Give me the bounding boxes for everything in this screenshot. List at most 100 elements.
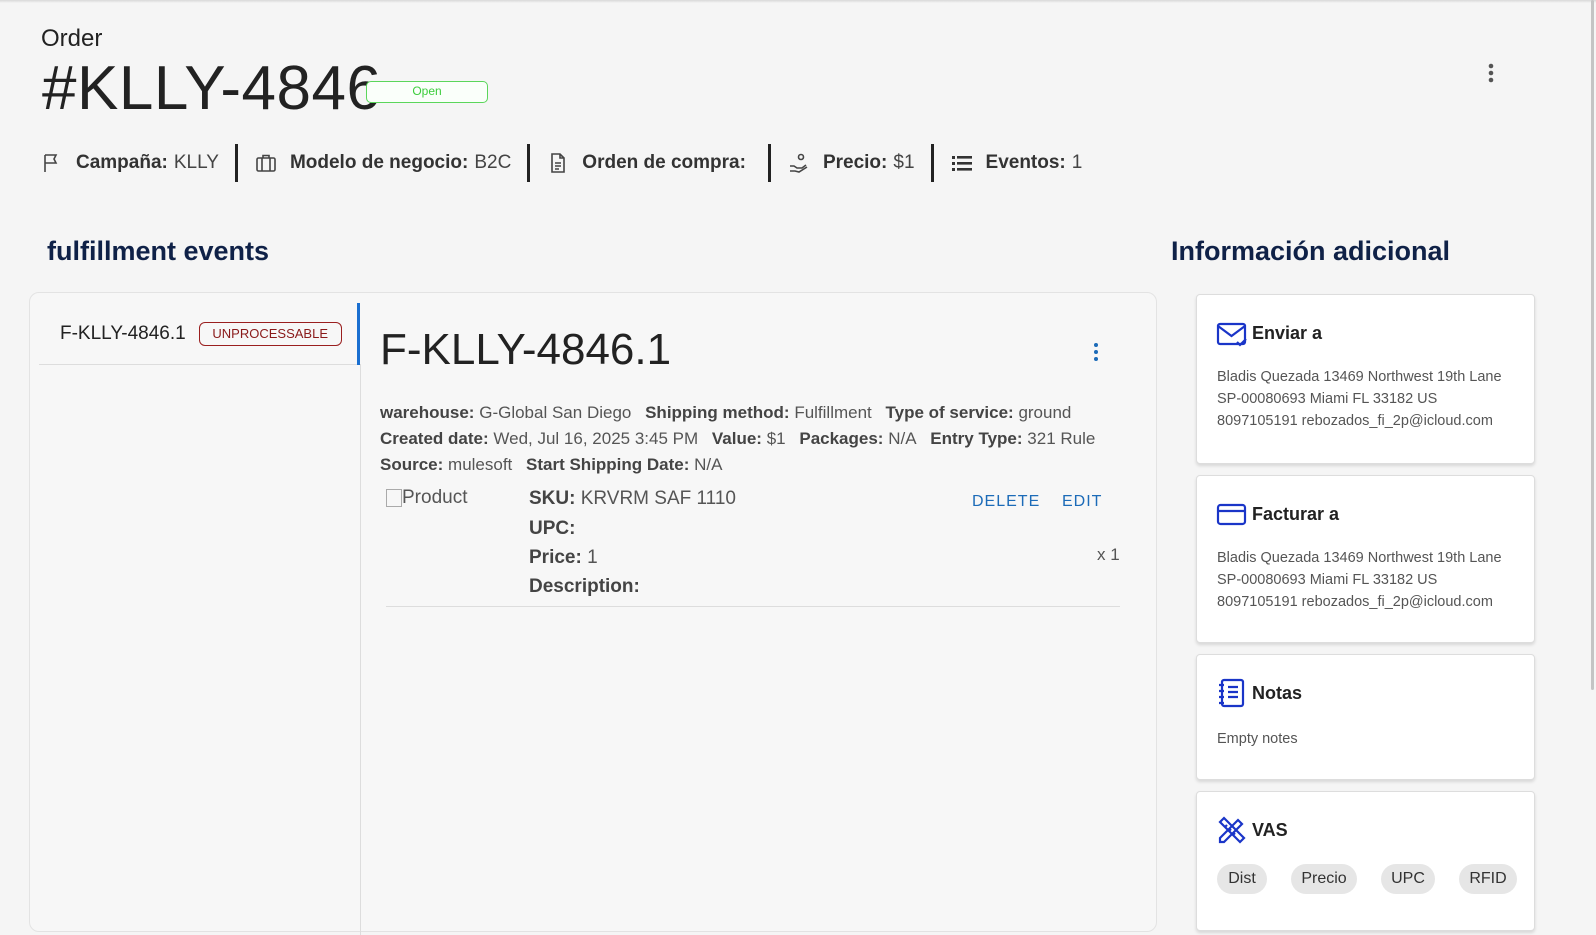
vas-chip-rfid[interactable]: RFID bbox=[1459, 864, 1517, 894]
active-tab-indicator bbox=[357, 303, 360, 365]
notes-header: Notas bbox=[1216, 677, 1302, 709]
service-type-value: ground bbox=[1018, 403, 1072, 422]
bill-to-line-3: 8097105191 rebozados_fi_2p@icloud.com bbox=[1217, 594, 1493, 610]
bill-to-line-2: SP-00080693 Miami FL 33182 US bbox=[1217, 572, 1438, 588]
product-upc: UPC: bbox=[529, 518, 575, 540]
created-date-label: Created date: bbox=[380, 429, 489, 448]
description-label: Description: bbox=[529, 576, 640, 597]
edit-button[interactable]: EDIT bbox=[1062, 493, 1102, 511]
bill-to-line-1: Bladis Quezada 13469 Northwest 19th Lane bbox=[1217, 550, 1502, 566]
warehouse-label: warehouse: bbox=[380, 403, 475, 422]
business-model-value: B2C bbox=[474, 152, 512, 173]
events-label: Eventos: bbox=[985, 152, 1066, 173]
detail-line-2: Created date: Wed, Jul 16, 2025 3:45 PM … bbox=[380, 429, 1104, 449]
meta-divider bbox=[527, 144, 531, 182]
campaign-value: KLLY bbox=[173, 152, 219, 173]
unprocessable-badge: UNPROCESSABLE bbox=[198, 321, 342, 346]
meta-purchase-order: Orden de compra: bbox=[546, 151, 752, 175]
product-image-alt: Product bbox=[402, 487, 468, 508]
shipping-method-label: Shipping method: bbox=[645, 403, 790, 422]
status-badge: Open bbox=[366, 81, 488, 103]
scrollbar[interactable] bbox=[1591, 0, 1594, 690]
bill-to-card: Facturar a Bladis Quezada 13469 Northwes… bbox=[1196, 475, 1535, 643]
product-price-value: 1 bbox=[587, 547, 598, 568]
entry-type-label: Entry Type: bbox=[930, 429, 1023, 448]
source-label: Source: bbox=[380, 455, 444, 474]
start-shipping-label: Start Shipping Date: bbox=[526, 455, 690, 474]
bill-to-header: Facturar a bbox=[1216, 498, 1339, 530]
ship-to-line-3: 8097105191 rebozados_fi_2p@icloud.com bbox=[1217, 413, 1493, 429]
hand-coin-icon bbox=[787, 151, 811, 175]
panel-divider bbox=[360, 365, 361, 935]
broken-image-icon bbox=[386, 489, 402, 507]
service-type-label: Type of service: bbox=[885, 403, 1014, 422]
notes-card: Notas Empty notes bbox=[1196, 654, 1535, 780]
ship-to-line-2: SP-00080693 Miami FL 33182 US bbox=[1217, 391, 1438, 407]
notebook-icon bbox=[1216, 677, 1248, 709]
business-model-label: Modelo de negocio: bbox=[289, 152, 469, 173]
bill-to-address: Bladis Quezada 13469 Northwest 19th Lane… bbox=[1217, 547, 1522, 613]
ship-to-card: Enviar a Bladis Quezada 13469 Northwest … bbox=[1196, 294, 1535, 464]
more-options-icon[interactable] bbox=[1482, 60, 1500, 88]
vas-title: VAS bbox=[1252, 819, 1288, 840]
fulfillment-events-panel: F-KLLY-4846.1 UNPROCESSABLE F-KLLY-4846.… bbox=[29, 292, 1157, 935]
meta-divider bbox=[234, 144, 238, 182]
pencil-ruler-icon bbox=[1216, 814, 1248, 846]
order-number: #KLLY-4846 bbox=[42, 54, 382, 123]
flag-icon bbox=[40, 151, 64, 175]
vas-header: VAS bbox=[1216, 814, 1288, 846]
packages-value: N/A bbox=[888, 429, 917, 448]
price-value: $1 bbox=[893, 152, 915, 173]
meta-business-model: Modelo de negocio: B2C bbox=[254, 151, 511, 175]
fulfillment-events-title: fulfillment events bbox=[47, 236, 270, 266]
notes-title: Notas bbox=[1252, 682, 1303, 703]
start-shipping-value: N/A bbox=[694, 455, 723, 474]
order-label: Order bbox=[41, 25, 103, 52]
campaign-label: Campaña: bbox=[76, 152, 168, 173]
event-more-options-icon[interactable] bbox=[1088, 341, 1104, 363]
bill-to-title: Facturar a bbox=[1252, 503, 1340, 524]
ship-to-header: Enviar a bbox=[1216, 317, 1322, 349]
ship-to-address: Bladis Quezada 13469 Northwest 19th Lane… bbox=[1217, 366, 1522, 432]
vas-chip-upc[interactable]: UPC bbox=[1381, 864, 1435, 894]
product-quantity: x 1 bbox=[1097, 545, 1120, 564]
mail-check-icon bbox=[1216, 317, 1248, 349]
packages-label: Packages: bbox=[799, 429, 884, 448]
meta-divider bbox=[767, 144, 771, 182]
purchase-order-label: Orden de compra: bbox=[582, 152, 746, 173]
briefcase-icon bbox=[254, 151, 278, 175]
created-date-value: Wed, Jul 16, 2025 3:45 PM bbox=[493, 429, 699, 448]
shipping-method-value: Fulfillment bbox=[794, 403, 872, 422]
event-tab-label: F-KLLY-4846.1 bbox=[60, 322, 186, 344]
sku-label: SKU: bbox=[529, 488, 576, 509]
meta-campaign: Campaña: KLLY bbox=[40, 151, 219, 175]
vas-chip-precio[interactable]: Precio bbox=[1291, 864, 1357, 894]
sku-value: KRVRM SAF 1110 bbox=[580, 488, 736, 509]
entry-type-value: 321 Rule bbox=[1027, 429, 1096, 448]
credit-card-icon bbox=[1216, 498, 1248, 530]
detail-line-3: Source: mulesoft Start Shipping Date: N/… bbox=[380, 455, 732, 475]
vas-chip-dist[interactable]: Dist bbox=[1217, 864, 1267, 894]
events-value: 1 bbox=[1071, 152, 1083, 173]
source-value: mulesoft bbox=[448, 455, 513, 474]
meta-divider bbox=[930, 144, 934, 182]
document-icon bbox=[546, 151, 570, 175]
event-tab-f-klly-4846-1[interactable]: F-KLLY-4846.1 UNPROCESSABLE bbox=[39, 303, 361, 365]
product-image: Product bbox=[386, 483, 506, 513]
product-divider bbox=[386, 606, 1120, 607]
ship-to-title: Enviar a bbox=[1252, 322, 1323, 343]
product-price: Price: 1 bbox=[529, 547, 598, 569]
vas-card: VAS Dist Precio UPC RFID bbox=[1196, 791, 1535, 931]
upc-label: UPC: bbox=[529, 518, 576, 539]
value-label: Value: bbox=[711, 429, 762, 448]
vas-chip-row: Dist Precio UPC RFID bbox=[1217, 864, 1517, 894]
list-icon bbox=[950, 151, 974, 175]
product-price-label: Price: bbox=[529, 547, 582, 568]
detail-line-1: warehouse: G-Global San Diego Shipping m… bbox=[380, 403, 1080, 423]
price-label: Precio: bbox=[822, 152, 888, 173]
notes-body: Empty notes bbox=[1217, 731, 1298, 747]
event-detail-title: F-KLLY-4846.1 bbox=[380, 325, 672, 374]
additional-info-title: Información adicional bbox=[1171, 236, 1451, 266]
order-meta-row: Campaña: KLLY Modelo de negocio: B2C Ord… bbox=[40, 143, 1082, 183]
delete-button[interactable]: DELETE bbox=[972, 493, 1040, 511]
